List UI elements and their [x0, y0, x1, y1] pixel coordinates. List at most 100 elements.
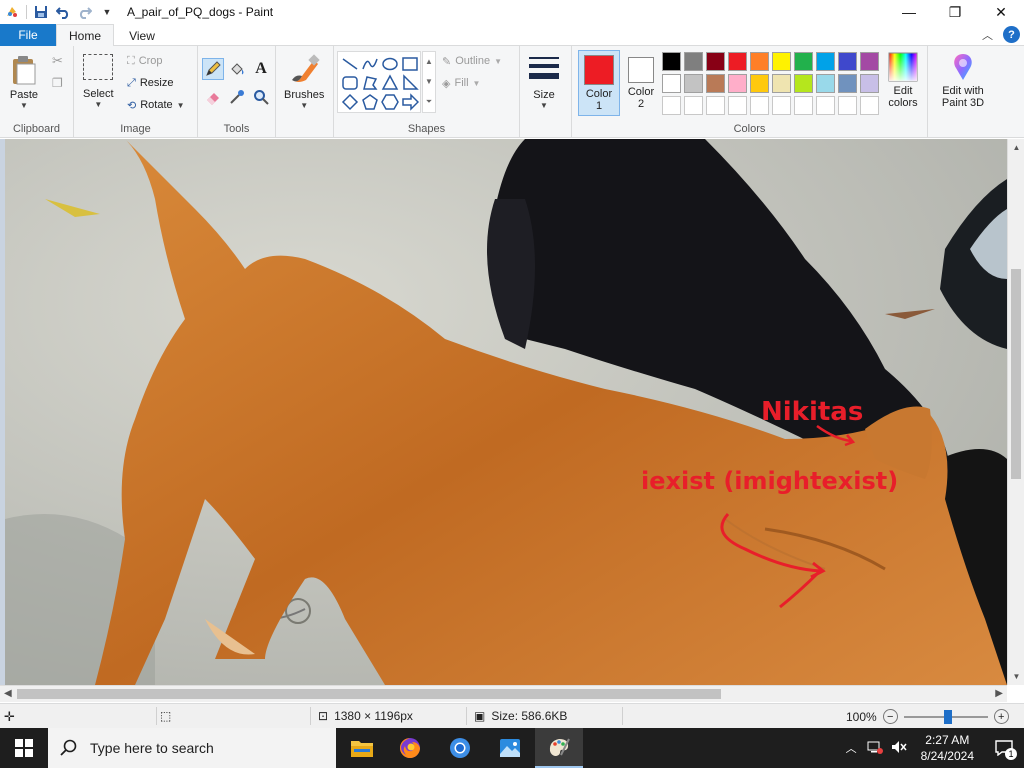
- scroll-up-icon[interactable]: ▲: [425, 57, 433, 66]
- palette-swatch[interactable]: [816, 96, 835, 115]
- pencil-tool[interactable]: [202, 58, 224, 80]
- brushes-button[interactable]: Brushes ▼: [284, 54, 324, 110]
- palette-swatch[interactable]: [750, 52, 769, 71]
- save-icon[interactable]: [33, 4, 49, 20]
- color2-button[interactable]: Color 2: [622, 51, 660, 115]
- collapse-ribbon-icon[interactable]: ︿: [982, 27, 993, 43]
- palette-swatch[interactable]: [706, 52, 725, 71]
- notification-center-icon[interactable]: 1: [984, 728, 1024, 768]
- magnifier-tool[interactable]: [250, 86, 272, 108]
- diamond-shape-icon[interactable]: [341, 93, 359, 111]
- copy-button[interactable]: ❐: [52, 74, 63, 92]
- line-shape-icon[interactable]: [341, 55, 359, 73]
- palette-swatch[interactable]: [684, 74, 703, 93]
- palette-swatch[interactable]: [838, 74, 857, 93]
- scroll-down-icon[interactable]: ▼: [425, 77, 433, 86]
- chrome-taskbar-button[interactable]: [436, 728, 484, 768]
- firefox-taskbar-button[interactable]: [386, 728, 434, 768]
- right-triangle-shape-icon[interactable]: [401, 74, 419, 92]
- palette-swatch[interactable]: [772, 96, 791, 115]
- polygon-shape-icon[interactable]: [361, 74, 379, 92]
- arrow-shape-icon[interactable]: [401, 93, 419, 111]
- canvas-area[interactable]: Nikitas iexist (imightexist): [0, 139, 1024, 685]
- size-button[interactable]: Size ▼: [528, 54, 560, 110]
- scroll-left-arrow-icon[interactable]: ◀: [4, 688, 12, 699]
- edit-colors-button[interactable]: Edit colors: [882, 52, 924, 109]
- oval-shape-icon[interactable]: [381, 55, 399, 73]
- scroll-up-arrow-icon[interactable]: ▲: [1008, 143, 1024, 152]
- palette-swatch[interactable]: [794, 74, 813, 93]
- help-icon[interactable]: ?: [1003, 26, 1020, 43]
- rounded-rectangle-shape-icon[interactable]: [341, 74, 359, 92]
- palette-swatch[interactable]: [662, 74, 681, 93]
- eraser-tool[interactable]: [202, 86, 224, 108]
- photos-taskbar-button[interactable]: [486, 728, 534, 768]
- expand-gallery-icon[interactable]: ⏷: [426, 97, 432, 107]
- taskbar-clock[interactable]: 2:27 AM 8/24/2024: [921, 732, 974, 764]
- zoom-in-icon[interactable]: +: [993, 709, 1009, 724]
- canvas-image[interactable]: Nikitas iexist (imightexist): [5, 139, 1007, 685]
- fill-button[interactable]: ◈ Fill ▼: [442, 74, 480, 92]
- text-tool[interactable]: A: [250, 58, 272, 80]
- tab-home[interactable]: Home: [56, 24, 114, 47]
- palette-swatch[interactable]: [684, 52, 703, 71]
- shapes-scroll[interactable]: ▲ ▼ ⏷: [422, 51, 436, 113]
- palette-swatch[interactable]: [750, 96, 769, 115]
- scroll-down-arrow-icon[interactable]: ▼: [1008, 672, 1024, 681]
- palette-swatch[interactable]: [706, 74, 725, 93]
- vertical-scroll-thumb[interactable]: [1011, 269, 1021, 479]
- palette-swatch[interactable]: [794, 96, 813, 115]
- palette-swatch[interactable]: [684, 96, 703, 115]
- file-explorer-taskbar-button[interactable]: [338, 728, 386, 768]
- zoom-out-icon[interactable]: −: [882, 709, 898, 724]
- start-button[interactable]: [0, 728, 48, 768]
- curve-shape-icon[interactable]: [361, 55, 379, 73]
- palette-swatch[interactable]: [662, 52, 681, 71]
- vertical-scrollbar[interactable]: ▲ ▼: [1007, 139, 1024, 685]
- horizontal-scrollbar[interactable]: ◀ ▶: [0, 685, 1007, 702]
- edit-with-paint3d-button[interactable]: Edit with Paint 3D: [934, 52, 992, 109]
- color-picker-tool[interactable]: [226, 86, 248, 108]
- pentagon-shape-icon[interactable]: [361, 93, 379, 111]
- fill-tool[interactable]: [226, 58, 248, 80]
- crop-button[interactable]: ⛶ Crop: [127, 52, 163, 70]
- horizontal-scroll-thumb[interactable]: [17, 689, 721, 699]
- triangle-shape-icon[interactable]: [381, 74, 399, 92]
- redo-icon[interactable]: [77, 4, 93, 20]
- undo-icon[interactable]: [55, 4, 71, 20]
- hexagon-shape-icon[interactable]: [381, 93, 399, 111]
- palette-swatch[interactable]: [860, 96, 879, 115]
- resize-button[interactable]: ⤢ Resize: [127, 74, 173, 92]
- palette-swatch[interactable]: [772, 52, 791, 71]
- paint-app-icon[interactable]: [4, 4, 20, 20]
- palette-swatch[interactable]: [838, 52, 857, 71]
- tab-file[interactable]: File: [0, 24, 56, 46]
- palette-swatch[interactable]: [662, 96, 681, 115]
- palette-swatch[interactable]: [728, 96, 747, 115]
- paste-button[interactable]: Paste ▼: [8, 54, 40, 110]
- palette-swatch[interactable]: [838, 96, 857, 115]
- palette-swatch[interactable]: [728, 74, 747, 93]
- palette-swatch[interactable]: [860, 52, 879, 71]
- palette-swatch[interactable]: [706, 96, 725, 115]
- customize-qa-icon[interactable]: ▼: [99, 4, 115, 20]
- select-button[interactable]: Select ▼: [83, 54, 114, 109]
- rotate-button[interactable]: ⟲ Rotate ▼: [127, 96, 185, 114]
- palette-swatch[interactable]: [816, 52, 835, 71]
- scroll-right-arrow-icon[interactable]: ▶: [995, 688, 1003, 699]
- zoom-slider[interactable]: [903, 709, 988, 724]
- volume-muted-icon[interactable]: [891, 740, 907, 757]
- maximize-button[interactable]: ❐: [932, 0, 978, 24]
- palette-swatch[interactable]: [772, 74, 791, 93]
- minimize-button[interactable]: —: [886, 0, 932, 24]
- palette-swatch[interactable]: [860, 74, 879, 93]
- outline-button[interactable]: ✎ Outline ▼: [442, 52, 502, 70]
- close-button[interactable]: ✕: [978, 0, 1024, 24]
- cut-button[interactable]: ✂: [52, 52, 63, 70]
- show-hidden-icons-icon[interactable]: ︿: [846, 740, 857, 756]
- paint-taskbar-button[interactable]: [535, 728, 583, 768]
- network-icon[interactable]: [867, 740, 883, 757]
- taskbar-search-box[interactable]: Type here to search: [48, 728, 336, 768]
- palette-swatch[interactable]: [728, 52, 747, 71]
- palette-swatch[interactable]: [794, 52, 813, 71]
